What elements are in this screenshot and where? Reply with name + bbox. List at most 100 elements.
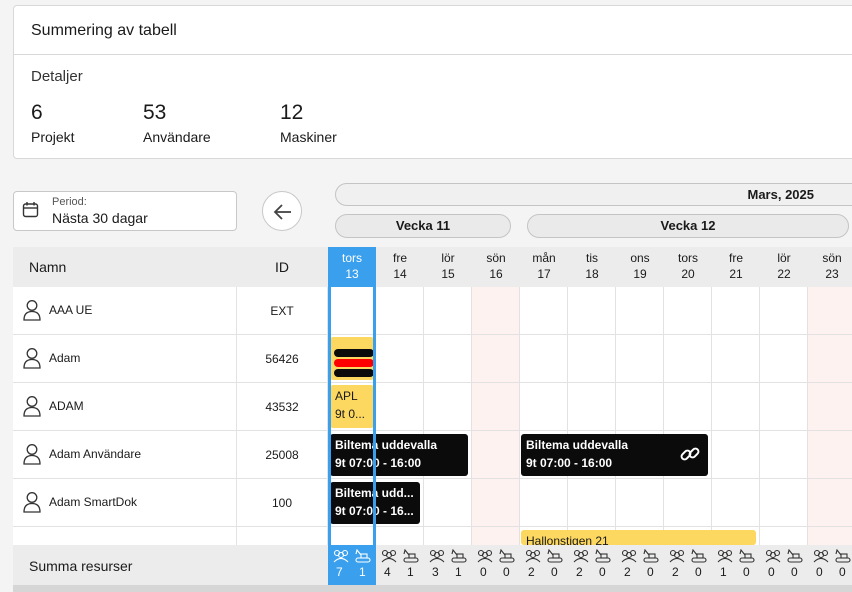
back-button[interactable] — [262, 191, 302, 231]
people-count: 2 — [528, 565, 535, 579]
user-id: 56426 — [265, 352, 299, 366]
machine-count: 0 — [551, 565, 558, 579]
period-select[interactable]: Period: Nästa 30 dagar — [13, 191, 237, 231]
machine-count: 1 — [455, 565, 462, 579]
day-date: 17 — [537, 267, 551, 281]
people-count: 1 — [720, 565, 727, 579]
day-date: 20 — [681, 267, 695, 281]
user-icon — [23, 300, 41, 321]
day-name: sön — [486, 251, 506, 265]
user-id: 100 — [271, 496, 293, 510]
day-name: ons — [630, 251, 650, 265]
day-header: fre 21 — [712, 247, 760, 287]
grid-line — [711, 287, 712, 545]
event-biltema-uddevalla[interactable]: Biltema uddevalla 9t 07:00 - 16:00 — [521, 434, 708, 476]
month-header: Mars, 2025 — [335, 183, 852, 206]
resource-sum: 7 1 — [328, 545, 376, 585]
machine-count: 1 — [359, 565, 366, 579]
machine-count: 0 — [695, 565, 702, 579]
event-apl[interactable]: APL 9t 0... — [330, 385, 374, 428]
resource-sum: 2 0 — [568, 545, 616, 585]
event-biltema-uddevalla[interactable]: Biltema udd... 9t 07:00 - 16... — [330, 482, 420, 524]
event-title: APL — [335, 389, 358, 403]
day-header: tors 20 — [664, 247, 712, 287]
table-row[interactable]: Adam — [13, 335, 237, 383]
people-icon — [429, 549, 445, 563]
user-name: ADAM — [49, 399, 84, 413]
horizontal-scrollbar[interactable] — [13, 585, 852, 592]
resource-sum: 0 0 — [808, 545, 852, 585]
event-hallonstigen[interactable]: Hallonstigen 21 — [521, 530, 756, 545]
grid-line — [327, 287, 328, 545]
day-date: 21 — [729, 267, 743, 281]
column-header-id[interactable]: ID — [237, 259, 327, 275]
event-title: Biltema uddevalla — [335, 438, 438, 452]
day-header: ons 19 — [616, 247, 664, 287]
user-icon — [23, 348, 41, 369]
people-icon — [669, 549, 685, 563]
week-header: Vecka 12 — [527, 214, 849, 238]
table-row[interactable]: Adam Användare — [13, 431, 237, 479]
people-count: 0 — [480, 565, 487, 579]
user-icon — [23, 396, 41, 417]
grid-line — [807, 287, 808, 545]
people-icon — [717, 549, 733, 563]
event-time: 9t 07:00 - 16:00 — [335, 456, 422, 470]
machine-count: 0 — [599, 565, 606, 579]
stat-value: 12 — [280, 101, 304, 124]
stat-projects: 6 Projekt — [31, 101, 75, 145]
day-name: fre — [392, 251, 407, 265]
day-header: fre 14 — [376, 247, 424, 287]
grid-line — [615, 287, 616, 545]
day-name: tors — [341, 251, 362, 265]
user-id: EXT — [270, 304, 294, 318]
summary-row-label: Summa resurser — [29, 558, 133, 574]
event-time: 9t 0... — [335, 407, 366, 421]
calendar-icon — [22, 202, 39, 218]
day-header: sön 23 — [808, 247, 852, 287]
details-label: Detaljer — [31, 68, 83, 85]
event-time: 9t 07:00 - 16... — [335, 504, 414, 518]
event-block[interactable] — [330, 337, 374, 380]
table-row[interactable]: ADAM — [13, 383, 237, 431]
resource-sum: 2 0 — [616, 545, 664, 585]
user-id: 25008 — [265, 448, 299, 462]
day-name: lör — [441, 251, 455, 265]
day-date: 16 — [489, 267, 503, 281]
event-biltema-uddevalla[interactable]: Biltema uddevalla 9t 07:00 - 16:00 — [330, 434, 468, 476]
excavator-icon — [739, 549, 755, 563]
user-name: Adam — [49, 351, 81, 365]
day-date: 14 — [393, 267, 407, 281]
people-icon — [381, 549, 397, 563]
table-row[interactable]: Adam SmartDok — [13, 479, 237, 527]
resource-sum: 4 1 — [376, 545, 424, 585]
day-date: 18 — [585, 267, 599, 281]
day-name: fre — [728, 251, 743, 265]
day-name: lör — [777, 251, 791, 265]
day-date: 15 — [441, 267, 455, 281]
event-title: Biltema udd... — [335, 486, 414, 500]
day-name: mån — [532, 251, 556, 265]
excavator-icon — [691, 549, 707, 563]
summary-title: Summering av tabell — [31, 22, 177, 39]
stat-label: Maskiner — [280, 129, 337, 145]
people-icon — [621, 549, 637, 563]
grid-line — [759, 287, 760, 545]
people-count: 2 — [576, 565, 583, 579]
stat-value: 6 — [31, 101, 43, 124]
machine-count: 1 — [407, 565, 414, 579]
resource-sum: 2 0 — [664, 545, 712, 585]
user-name: Adam Användare — [49, 447, 142, 461]
grid-line — [423, 287, 424, 545]
link-icon[interactable] — [679, 443, 701, 465]
day-header: mån 17 — [520, 247, 568, 287]
day-header: lör 15 — [424, 247, 472, 287]
column-header-name[interactable]: Namn — [29, 259, 66, 275]
people-icon — [525, 549, 541, 563]
stat-label: Användare — [143, 129, 211, 145]
people-icon — [765, 549, 781, 563]
period-label: Period: — [52, 196, 87, 208]
table-row[interactable]: AAA UE — [13, 287, 237, 335]
event-title: Biltema uddevalla — [526, 438, 629, 452]
weekend-column — [808, 287, 852, 545]
